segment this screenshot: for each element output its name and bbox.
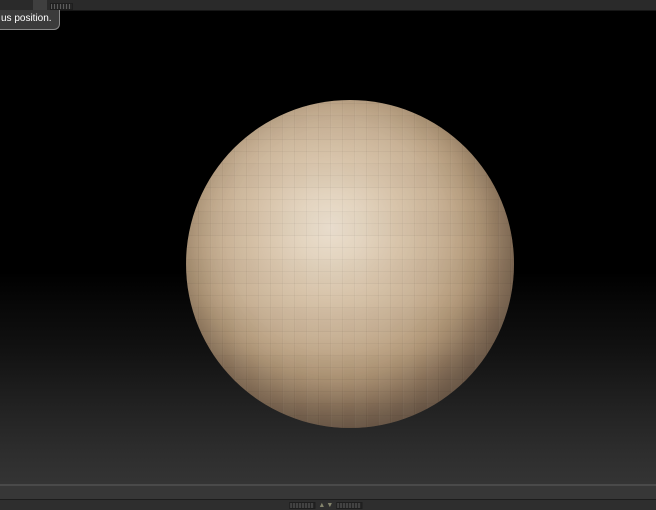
tray-toggle-arrows[interactable]: ▲ ▼: [318, 502, 333, 509]
up-arrow-icon[interactable]: ▲: [318, 502, 325, 509]
top-divider-block[interactable]: [33, 0, 47, 10]
bottom-bar: ▲ ▼: [0, 499, 656, 510]
tray-resize-handle[interactable]: ▲ ▼: [289, 502, 363, 509]
down-arrow-icon[interactable]: ▼: [326, 502, 333, 509]
app-window: us position. ▲ ▼: [0, 0, 656, 510]
sphere-3d-model[interactable]: [186, 100, 514, 428]
tooltip: us position.: [0, 10, 60, 30]
bottom-tray: [0, 486, 656, 499]
grip-dashes-right-icon[interactable]: [336, 502, 363, 509]
document-canvas[interactable]: [0, 11, 656, 484]
top-shelf-bar: [0, 0, 656, 11]
top-divider-grip-icon[interactable]: [50, 3, 73, 10]
grip-dashes-left-icon[interactable]: [289, 502, 316, 509]
